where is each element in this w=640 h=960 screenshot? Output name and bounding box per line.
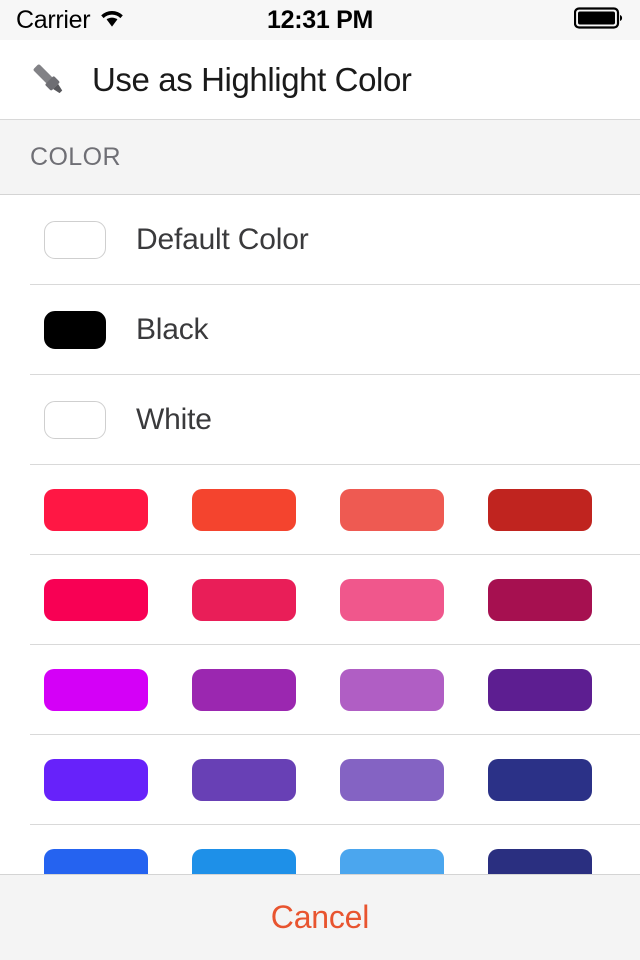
color-swatch [44,221,106,259]
color-swatch[interactable] [488,759,592,801]
named-color-rows: Default Color Black White [0,195,640,465]
color-swatch[interactable] [488,669,592,711]
color-swatch[interactable] [192,669,296,711]
status-bar: Carrier 12:31 PM [0,0,640,40]
section-header-color: COLOR [0,120,640,195]
color-swatch[interactable] [44,759,148,801]
color-swatch[interactable] [44,489,148,531]
color-grid-row [0,465,640,555]
color-swatch[interactable] [192,579,296,621]
highlighter-marker-icon [26,58,70,102]
color-grid-row [0,825,640,874]
color-list[interactable]: Default Color Black White [0,195,640,874]
named-color-row[interactable]: Default Color [0,195,640,285]
named-color-label: Default Color [136,223,309,256]
color-swatch[interactable] [192,759,296,801]
color-swatch [44,311,106,349]
color-swatch[interactable] [340,759,444,801]
named-color-label: White [136,403,212,436]
color-swatch[interactable] [340,579,444,621]
color-swatch[interactable] [44,669,148,711]
color-grid-row [0,735,640,825]
color-swatch[interactable] [488,849,592,874]
page-title: Use as Highlight Color [92,60,412,98]
color-grid-row [0,645,640,735]
named-color-row[interactable]: White [0,375,640,465]
color-swatch[interactable] [192,489,296,531]
footer-bar: Cancel [0,874,640,960]
status-bar-left: Carrier [16,6,125,35]
color-swatch [44,401,106,439]
named-color-row[interactable]: Black [0,285,640,375]
color-swatch[interactable] [44,579,148,621]
section-header-label: COLOR [30,142,121,171]
color-picker-screen: Carrier 12:31 PM Use as Highlight Color … [0,0,640,960]
color-grid [0,465,640,874]
battery-full-icon [573,6,624,35]
color-swatch[interactable] [44,849,148,874]
color-swatch[interactable] [192,849,296,874]
color-grid-row [0,555,640,645]
color-swatch[interactable] [488,579,592,621]
status-bar-right [573,6,624,35]
named-color-label: Black [136,313,209,346]
nav-bar: Use as Highlight Color [0,40,640,120]
color-swatch[interactable] [340,849,444,874]
color-swatch[interactable] [488,489,592,531]
color-swatch[interactable] [340,669,444,711]
carrier-label: Carrier [16,5,91,34]
cancel-button[interactable]: Cancel [271,899,370,936]
color-swatch[interactable] [340,489,444,531]
wifi-icon [99,8,125,33]
